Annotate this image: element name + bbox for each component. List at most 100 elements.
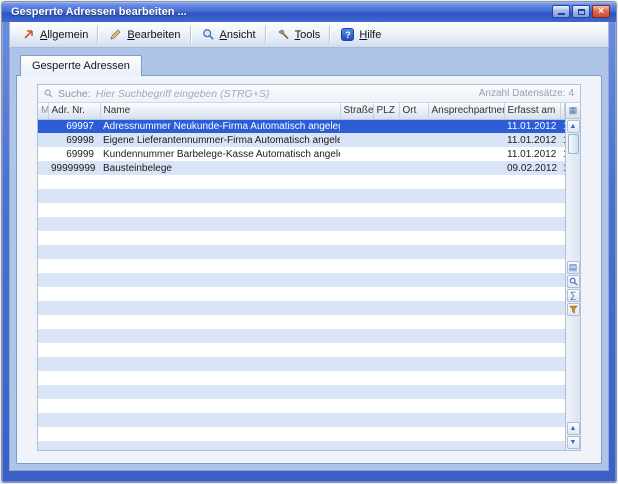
cell-ge	[560, 175, 565, 189]
cell-ort	[399, 315, 428, 329]
cell-ansprechpartner	[428, 287, 504, 301]
cell-ge	[560, 273, 565, 287]
cell-ansprechpartner	[428, 259, 504, 273]
zoom-button[interactable]	[567, 275, 580, 288]
arrow-up-icon: ▲	[570, 123, 577, 130]
cell-ge	[560, 385, 565, 399]
empty-row[interactable]	[38, 231, 565, 245]
scroll-page-up-button[interactable]: ▲	[567, 422, 580, 435]
cell-erfasst_am	[504, 245, 560, 259]
cell-ge	[560, 343, 565, 357]
menu-item-ansicht[interactable]: Ansicht	[194, 25, 263, 44]
cell-strasse	[340, 301, 373, 315]
tab-label: Gesperrte Adressen	[32, 60, 130, 72]
cell-plz	[373, 287, 399, 301]
empty-row[interactable]	[38, 259, 565, 273]
menu-item-tools[interactable]: Tools	[269, 25, 328, 44]
column-header-strasse[interactable]: Straße	[340, 103, 373, 119]
table-row[interactable]: 69999Kundennummer Barbelege-Kasse Automa…	[38, 147, 565, 161]
empty-row[interactable]	[38, 371, 565, 385]
column-header-adr_nr[interactable]: Adr. Nr.	[48, 103, 100, 119]
addresses-table: MAdr. Nr.NameStraßePLZOrtAnsprechpartner…	[38, 103, 565, 450]
empty-row[interactable]	[38, 385, 565, 399]
column-header-erfasst_am[interactable]: Erfasst am	[504, 103, 560, 119]
record-count: Anzahl Datensätze: 4	[479, 88, 574, 99]
empty-row[interactable]	[38, 189, 565, 203]
empty-row[interactable]	[38, 329, 565, 343]
cell-erfasst_am	[504, 301, 560, 315]
cell-ansprechpartner	[428, 329, 504, 343]
cell-name: Bausteinbelege	[100, 161, 340, 175]
menu-label: Allgemein	[40, 29, 88, 41]
minimize-button[interactable]	[552, 5, 570, 18]
cell-ansprechpartner	[428, 175, 504, 189]
grid-scrollbar[interactable]: ▦ ▲ ▤ ∑	[565, 103, 580, 450]
menu-item-bearbeiten[interactable]: Bearbeiten	[101, 25, 187, 44]
table-row[interactable]: 69998Eigene Lieferantennummer-Firma Auto…	[38, 133, 565, 147]
menu-item-allgemein[interactable]: Allgemein	[14, 25, 95, 44]
cell-erfasst_am	[504, 427, 560, 441]
arrow-ne-icon	[21, 27, 36, 42]
cell-erfasst_am	[504, 259, 560, 273]
cell-ge	[560, 357, 565, 371]
cell-ansprechpartner	[428, 217, 504, 231]
cell-ansprechpartner	[428, 427, 504, 441]
scroll-down-button[interactable]: ▼	[567, 436, 580, 449]
column-chooser-button[interactable]: ▦	[566, 103, 580, 119]
close-button[interactable]: ×	[592, 5, 610, 18]
empty-row[interactable]	[38, 441, 565, 450]
column-header-plz[interactable]: PLZ	[373, 103, 399, 119]
layout-icon: ▤	[569, 263, 578, 272]
cell-adr_nr: 99999999	[48, 161, 100, 175]
empty-row[interactable]	[38, 399, 565, 413]
cell-erfasst_am	[504, 203, 560, 217]
cell-m	[38, 315, 48, 329]
menu-item-hilfe[interactable]: ? Hilfe	[333, 25, 388, 44]
search-input[interactable]	[96, 87, 474, 101]
column-header-ort[interactable]: Ort	[399, 103, 428, 119]
table-row[interactable]: 99999999Bausteinbelege09.02.201213:	[38, 161, 565, 175]
empty-row[interactable]	[38, 175, 565, 189]
empty-row[interactable]	[38, 203, 565, 217]
column-header-m[interactable]: M	[38, 103, 48, 119]
column-header-name[interactable]: Name	[100, 103, 340, 119]
cell-m	[38, 133, 48, 147]
content-area: Gesperrte Adressen Suche: Anzahl Datensä…	[9, 48, 609, 471]
scroll-up-button[interactable]: ▲	[567, 120, 580, 133]
cell-ansprechpartner	[428, 203, 504, 217]
cell-ansprechpartner	[428, 119, 504, 133]
empty-row[interactable]	[38, 245, 565, 259]
cell-adr_nr	[48, 315, 100, 329]
cell-plz	[373, 427, 399, 441]
empty-row[interactable]	[38, 301, 565, 315]
maximize-button[interactable]	[572, 5, 590, 18]
cell-ort	[399, 189, 428, 203]
sum-button[interactable]: ∑	[567, 289, 580, 302]
layout-button[interactable]: ▤	[567, 261, 580, 274]
cell-ort	[399, 231, 428, 245]
table-row[interactable]: 69997Adressnummer Neukunde-Firma Automat…	[38, 119, 565, 133]
cell-ansprechpartner	[428, 147, 504, 161]
cell-ge: 11:	[560, 133, 565, 147]
empty-row[interactable]	[38, 427, 565, 441]
tab-gesperrte-adressen[interactable]: Gesperrte Adressen	[20, 55, 142, 76]
cell-strasse	[340, 273, 373, 287]
cell-plz	[373, 413, 399, 427]
cell-erfasst_am: 09.02.2012	[504, 161, 560, 175]
empty-row[interactable]	[38, 315, 565, 329]
empty-row[interactable]	[38, 273, 565, 287]
window-controls: ×	[552, 5, 610, 18]
title-bar[interactable]: Gesperrte Adressen bearbeiten ... ×	[2, 2, 616, 22]
filter-button[interactable]	[567, 303, 580, 316]
column-header-ge[interactable]: Ge	[560, 103, 565, 119]
scrollbar-thumb[interactable]	[568, 134, 579, 154]
empty-row[interactable]	[38, 287, 565, 301]
grid-tool-cluster: ▤ ∑	[567, 260, 580, 316]
column-header-ansprechpartner[interactable]: Ansprechpartner	[428, 103, 504, 119]
empty-row[interactable]	[38, 357, 565, 371]
empty-row[interactable]	[38, 217, 565, 231]
cell-ort	[399, 133, 428, 147]
empty-row[interactable]	[38, 413, 565, 427]
cell-adr_nr	[48, 287, 100, 301]
empty-row[interactable]	[38, 343, 565, 357]
